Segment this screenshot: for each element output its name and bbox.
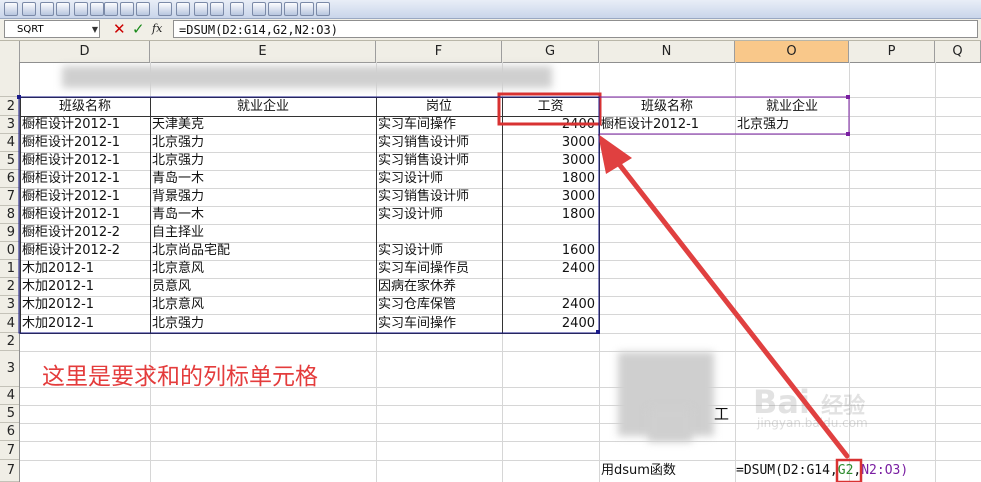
column-header-p[interactable]: P <box>849 41 935 62</box>
row-header[interactable] <box>0 62 19 97</box>
formula-part-2: G2 <box>837 463 854 478</box>
column-header-f[interactable]: F <box>376 41 502 62</box>
row-header[interactable]: 6 <box>0 170 19 188</box>
toolbar-button-icon[interactable] <box>158 2 172 16</box>
row-header[interactable]: 9 <box>0 224 19 242</box>
row-header[interactable]: 7 <box>0 441 19 460</box>
table-border <box>150 97 377 117</box>
toolbar-button-icon[interactable] <box>230 2 244 16</box>
toolbar-button-icon[interactable] <box>22 2 36 16</box>
criteria-cell[interactable]: 北京强力 <box>735 116 849 134</box>
table-border <box>20 116 151 334</box>
column-header-d[interactable]: D <box>20 41 150 62</box>
toolbar-button-icon[interactable] <box>194 2 208 16</box>
blurred-block <box>648 408 692 442</box>
chevron-down-icon[interactable]: ▼ <box>92 21 98 39</box>
row-header[interactable]: 2 <box>0 97 19 116</box>
row-header[interactable]: 0 <box>0 242 19 260</box>
toolbar-button-icon[interactable] <box>104 2 118 16</box>
insert-function-icon[interactable]: fx <box>152 21 162 37</box>
column-header-corner[interactable] <box>0 41 20 62</box>
formula-part-1: =DSUM(D2:G14, <box>736 463 838 478</box>
row-header[interactable]: 5 <box>0 152 19 170</box>
table-border <box>376 97 503 117</box>
column-header-g[interactable]: G <box>502 41 599 62</box>
table-border <box>502 97 600 117</box>
row-header[interactable]: 1 <box>0 260 19 278</box>
table-border <box>150 116 377 334</box>
column-header-e[interactable]: E <box>150 41 376 62</box>
header-cell[interactable]: 就业企业 <box>735 97 849 116</box>
toolbar-button-icon[interactable] <box>40 2 54 16</box>
toolbar-button-icon[interactable] <box>252 2 266 16</box>
row-header[interactable]: 8 <box>0 206 19 224</box>
toolbar-button-icon[interactable] <box>300 2 314 16</box>
column-header-n[interactable]: N <box>599 41 735 62</box>
cancel-icon[interactable]: ✕ <box>113 20 126 38</box>
check-icon[interactable]: ✓ <box>132 20 145 38</box>
column-headers: D E F G N O P Q <box>0 41 981 63</box>
row-header[interactable]: 2 <box>0 278 19 296</box>
toolbar-button-icon[interactable] <box>284 2 298 16</box>
criteria-cell[interactable]: 橱柜设计2012-1 <box>599 116 735 134</box>
row-header[interactable]: 4 <box>0 134 19 152</box>
toolbar-button-icon[interactable] <box>74 2 88 16</box>
toolbar-button-icon[interactable] <box>136 2 150 16</box>
toolbar-button-icon[interactable] <box>210 2 224 16</box>
toolbar-button-icon[interactable] <box>176 2 190 16</box>
toolbar-button-icon[interactable] <box>120 2 134 16</box>
gridline <box>20 351 981 352</box>
annotation-text: 这里是要求和的列标单元格 <box>42 364 318 390</box>
row-header[interactable]: 3 <box>0 116 19 134</box>
toolbar-button-icon[interactable] <box>56 2 70 16</box>
gridline <box>20 441 981 442</box>
toolbar-button-icon[interactable] <box>4 2 18 16</box>
blurred-title <box>62 66 552 88</box>
row-header[interactable]: 4 <box>0 387 19 405</box>
row-header[interactable]: 2 <box>0 333 19 351</box>
column-header-o[interactable]: O <box>735 41 849 62</box>
row-header[interactable]: 3 <box>0 351 19 387</box>
column-header-q[interactable]: Q <box>935 41 981 62</box>
toolbar <box>0 0 981 19</box>
table-border <box>20 97 151 117</box>
watermark-url: jingyan.baidu.com <box>757 416 868 430</box>
row-header[interactable]: 4 <box>0 314 19 333</box>
toolbar-button-icon[interactable] <box>268 2 282 16</box>
side-label: 工 <box>714 405 730 423</box>
row-header[interactable]: 7 <box>0 188 19 206</box>
label-cell[interactable]: 用dsum函数 <box>599 460 735 482</box>
formula-bar: SQRT ▼ ✕ ✓ fx =DSUM(D2:G14,G2,N2:O3) <box>0 19 981 41</box>
formula-cell[interactable]: =DSUM(D2:G14,G2,N2:O3) <box>734 460 981 482</box>
gridline <box>935 62 936 482</box>
header-cell[interactable]: 班级名称 <box>599 97 735 116</box>
row-header[interactable]: 7 <box>0 460 19 482</box>
row-header[interactable]: 6 <box>0 423 19 441</box>
row-header[interactable]: 3 <box>0 296 19 314</box>
table-border <box>502 116 600 334</box>
toolbar-button-icon[interactable] <box>316 2 330 16</box>
formula-input[interactable]: =DSUM(D2:G14,G2,N2:O3) <box>173 20 978 38</box>
name-box[interactable]: SQRT ▼ <box>4 20 100 38</box>
name-box-value: SQRT <box>17 24 44 35</box>
toolbar-button-icon[interactable] <box>90 2 104 16</box>
row-header[interactable]: 5 <box>0 405 19 423</box>
row-headers: 23456789012342345677 <box>0 62 20 482</box>
table-border <box>376 116 503 334</box>
formula-part-4: N2:O3) <box>861 463 909 478</box>
